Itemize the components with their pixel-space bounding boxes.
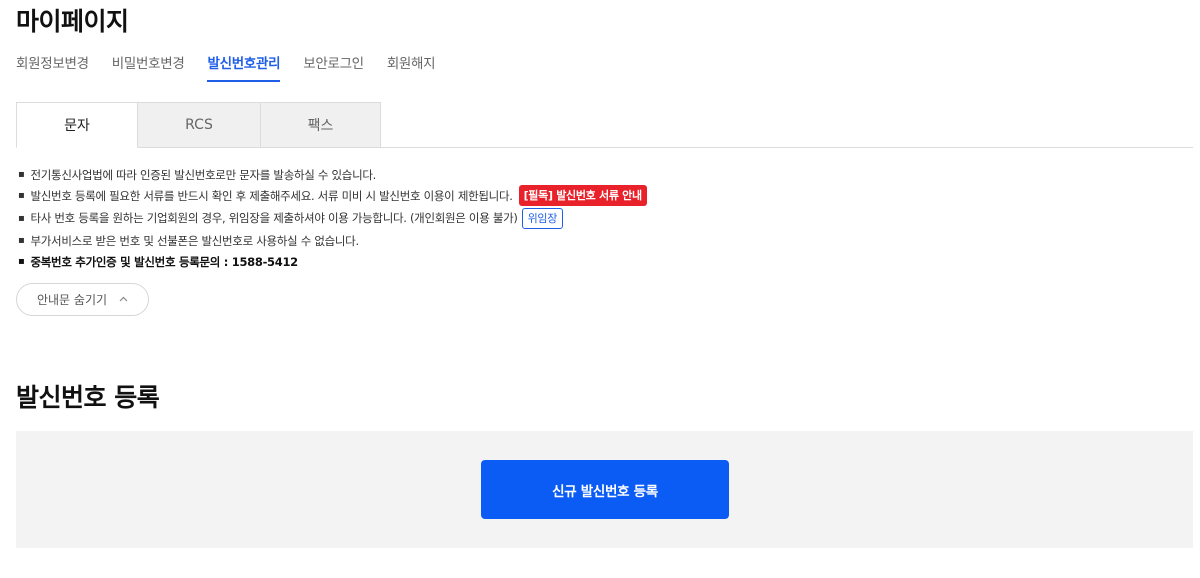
power-of-attorney-button[interactable]: 위임장	[521, 207, 564, 229]
notice-text: 전기통신사업법에 따라 인증된 발신번호로만 문자를 발송하실 수 있습니다.	[30, 167, 377, 182]
bullet-icon: ▪	[18, 235, 25, 246]
new-sender-number-button[interactable]: 신규 발신번호 등록	[481, 460, 729, 519]
notice-text: 중복번호 추가인증 및 발신번호 등록문의 : 1588-5412	[30, 254, 298, 269]
notice-list: ▪ 전기통신사업법에 따라 인증된 발신번호로만 문자를 발송하실 수 있습니다…	[18, 164, 647, 272]
notice-item: ▪ 부가서비스로 받은 번호 및 선불폰은 발신번호로 사용하실 수 없습니다.	[18, 230, 647, 251]
bullet-icon: ▪	[18, 190, 25, 201]
notice-text: 부가서비스로 받은 번호 및 선불폰은 발신번호로 사용하실 수 없습니다.	[30, 233, 359, 248]
page-title: 마이페이지	[16, 7, 129, 36]
tab-sms[interactable]: 문자	[16, 102, 138, 148]
subnav-item-member-info[interactable]: 회원정보변경	[16, 52, 89, 82]
channel-tabs: RCS 팩스 문자	[16, 102, 1193, 148]
notice-text: 타사 번호 등록을 원하는 기업회원의 경우, 위임장을 제출하셔야 이용 가능…	[30, 211, 518, 225]
tab-rcs[interactable]: RCS	[137, 102, 261, 148]
register-section-title: 발신번호 등록	[16, 383, 160, 412]
mypage-subnav: 회원정보변경 비밀번호변경 발신번호관리 보안로그인 회원해지	[16, 52, 458, 82]
notice-item: ▪ 타사 번호 등록을 원하는 기업회원의 경우, 위임장을 제출하셔야 이용 …	[18, 206, 647, 230]
document-guide-button[interactable]: [필독] 발신번호 서류 안내	[518, 185, 647, 206]
chevron-up-icon	[119, 295, 128, 305]
notice-item-contact: ▪ 중복번호 추가인증 및 발신번호 등록문의 : 1588-5412	[18, 251, 647, 272]
subnav-item-withdraw[interactable]: 회원해지	[387, 52, 436, 82]
notice-item: ▪ 발신번호 등록에 필요한 서류를 반드시 확인 후 제출해주세요. 서류 미…	[18, 185, 647, 206]
bullet-icon: ▪	[18, 256, 25, 267]
tab-fax[interactable]: 팩스	[260, 102, 381, 148]
notice-item: ▪ 전기통신사업법에 따라 인증된 발신번호로만 문자를 발송하실 수 있습니다…	[18, 164, 647, 185]
notice-text: 발신번호 등록에 필요한 서류를 반드시 확인 후 제출해주세요. 서류 미비 …	[30, 188, 513, 203]
register-panel: 신규 발신번호 등록	[16, 431, 1193, 548]
hide-notice-label: 안내문 숨기기	[36, 293, 108, 307]
subnav-item-sender-number[interactable]: 발신번호관리	[207, 52, 281, 82]
bullet-icon: ▪	[18, 169, 25, 180]
subnav-item-password[interactable]: 비밀번호변경	[112, 52, 185, 82]
subnav-item-secure-login[interactable]: 보안로그인	[303, 52, 364, 82]
bullet-icon: ▪	[18, 212, 25, 224]
hide-notice-button[interactable]: 안내문 숨기기	[16, 283, 149, 316]
